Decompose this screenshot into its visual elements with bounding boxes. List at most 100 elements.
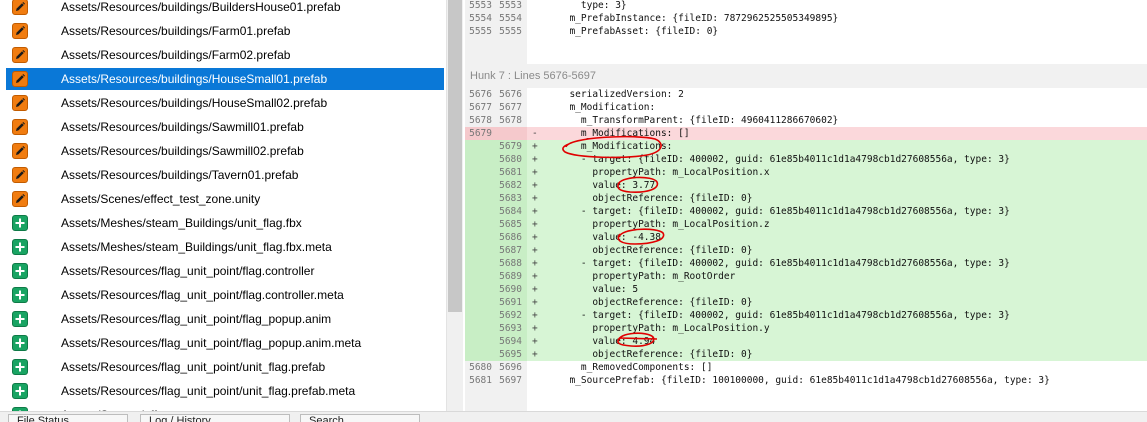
file-list-item[interactable]: Assets/Scenes/effect_test_zone_... [6, 404, 444, 411]
code-text: propertyPath: m_LocalPosition.z [558, 219, 770, 230]
line-number-gutter: 5690 [465, 283, 527, 296]
file-list-scrollbar-thumb[interactable] [448, 0, 462, 312]
file-list-item[interactable]: Assets/Resources/flag_unit_point/flag.co… [6, 284, 444, 306]
code-text: propertyPath: m_LocalPosition.y [558, 323, 770, 334]
diff-marker: + [532, 193, 538, 204]
new-line-number: 5689 [499, 271, 522, 282]
diff-marker: + [532, 271, 538, 282]
file-list-item[interactable]: Assets/Resources/flag_unit_point/unit_fl… [6, 380, 444, 402]
line-number-gutter: 5676 5676 [465, 88, 527, 101]
file-list-item[interactable]: Assets/Resources/flag_unit_point/flag.co… [6, 260, 444, 282]
code-text: - target: {fileID: 400002, guid: 61e85b4… [558, 310, 1010, 321]
new-line-number: 5676 [499, 89, 522, 100]
file-list-item[interactable]: Assets/Resources/buildings/Farm01.prefab [6, 20, 444, 42]
old-line-number: 5555 [469, 26, 492, 37]
file-list-item[interactable]: Assets/Resources/flag_unit_point/unit_fl… [6, 356, 444, 378]
file-list-item[interactable]: Assets/Resources/flag_unit_point/flag_po… [6, 332, 444, 354]
plus-icon [12, 215, 28, 231]
diff-line: 5680 5696 m_RemovedComponents: [] [465, 361, 1147, 374]
file-path-label: Assets/Resources/buildings/Tavern01.pref… [61, 168, 299, 182]
diff-line: 5692 + - target: {fileID: 400002, guid: 6… [465, 309, 1147, 322]
diff-marker: + [532, 206, 538, 217]
bottom-tab[interactable]: File Status [8, 414, 128, 422]
file-list-item[interactable]: Assets/Meshes/steam_Buildings/unit_flag.… [6, 212, 444, 234]
diff-line: 5686 + value: -4.38 [465, 231, 1147, 244]
code-text: m_PrefabInstance: {fileID: 7872962525505… [558, 13, 839, 24]
old-line-number: 5681 [469, 375, 492, 386]
diff-line: 5694 + value: 4.94 [465, 335, 1147, 348]
new-line-number: 5686 [499, 232, 522, 243]
new-line-number: 5693 [499, 323, 522, 334]
line-number-gutter: 5680 [465, 153, 527, 166]
diff-line: 5554 5554 m_PrefabInstance: {fileID: 7872… [465, 12, 1147, 25]
line-number-gutter: 5691 [465, 296, 527, 309]
code-text: m_SourcePrefab: {fileID: 100100000, guid… [558, 375, 1050, 386]
diff-marker: + [532, 180, 538, 191]
pencil-icon [12, 95, 28, 111]
plus-icon [12, 311, 28, 327]
new-line-number: 5553 [499, 0, 522, 11]
file-list-item[interactable]: Assets/Resources/buildings/Tavern01.pref… [6, 164, 444, 186]
bottom-tab[interactable]: Search [300, 414, 420, 422]
old-line-number: 5680 [469, 362, 492, 373]
line-number-gutter: 5689 [465, 270, 527, 283]
line-number-gutter: 5679 [465, 140, 527, 153]
diff-marker: + [532, 310, 538, 321]
bottom-tab[interactable]: Log / History [140, 414, 290, 422]
file-list-item[interactable]: Assets/Resources/buildings/Sawmill02.pre… [6, 140, 444, 162]
line-number-gutter: 5681 [465, 166, 527, 179]
code-text: m_Modifications: [] [558, 128, 690, 139]
file-list-item[interactable]: Assets/Resources/buildings/HouseSmall01.… [6, 68, 444, 90]
plus-icon [12, 287, 28, 303]
pencil-icon [12, 119, 28, 135]
line-number-gutter: 5682 [465, 179, 527, 192]
diff-line: 5682 + value: 3.77 [465, 179, 1147, 192]
pencil-icon [12, 23, 28, 39]
file-path-label: Assets/Resources/buildings/BuildersHouse… [61, 0, 341, 14]
old-line-number: 5677 [469, 102, 492, 113]
new-line-number: 5677 [499, 102, 522, 113]
new-line-number: 5688 [499, 258, 522, 269]
diff-gutter [465, 387, 527, 411]
diff-line: 5684 + - target: {fileID: 400002, guid: 6… [465, 205, 1147, 218]
file-path-label: Assets/Resources/buildings/Farm02.prefab [61, 48, 291, 62]
new-line-number: 5554 [499, 13, 522, 24]
file-list-item[interactable]: Assets/Meshes/steam_Buildings/unit_flag.… [6, 236, 444, 258]
code-text: value: 3.77 [558, 180, 656, 191]
file-path-label: Assets/Resources/flag_unit_point/flag.co… [61, 264, 315, 278]
file-list-scrollbar[interactable] [446, 0, 463, 411]
diff-line: 5681 + propertyPath: m_LocalPosition.x [465, 166, 1147, 179]
file-path-label: Assets/Resources/buildings/Sawmill02.pre… [61, 144, 304, 158]
line-number-gutter: 5681 5697 [465, 374, 527, 387]
diff-line: 5685 + propertyPath: m_LocalPosition.z [465, 218, 1147, 231]
new-line-number: 5679 [499, 141, 522, 152]
line-number-gutter: 5692 [465, 309, 527, 322]
code-text: m_Modification: [558, 102, 656, 113]
line-number-gutter: 5679 [465, 127, 527, 140]
file-list-item[interactable]: Assets/Resources/buildings/BuildersHouse… [6, 0, 444, 18]
file-path-label: Assets/Resources/buildings/Farm01.prefab [61, 24, 291, 38]
changed-files-list[interactable]: Assets/Resources/buildings/BuildersHouse… [0, 0, 446, 411]
file-list-item[interactable]: Assets/Resources/flag_unit_point/flag_po… [6, 308, 444, 330]
pencil-icon [12, 167, 28, 183]
file-path-label: Assets/Resources/flag_unit_point/flag.co… [61, 288, 344, 302]
pencil-icon [12, 143, 28, 159]
file-list-item[interactable]: Assets/Resources/buildings/Farm02.prefab [6, 44, 444, 66]
diff-line: 5677 5677 m_Modification: [465, 101, 1147, 114]
new-line-number: 5555 [499, 26, 522, 37]
file-list-item[interactable]: Assets/Resources/buildings/Sawmill01.pre… [6, 116, 444, 138]
plus-icon [12, 383, 28, 399]
line-number-gutter: 5678 5678 [465, 114, 527, 127]
new-line-number: 5690 [499, 284, 522, 295]
code-text: - target: {fileID: 400002, guid: 61e85b4… [558, 258, 1010, 269]
file-list-item[interactable]: Assets/Scenes/effect_test_zone.unity [6, 188, 444, 210]
diff-line: 5680 + - target: {fileID: 400002, guid: 6… [465, 153, 1147, 166]
file-path-label: Assets/Resources/flag_unit_point/unit_fl… [61, 384, 356, 398]
new-line-number: 5684 [499, 206, 522, 217]
diff-line: 5681 5697 m_SourcePrefab: {fileID: 100100… [465, 374, 1147, 387]
file-list-item[interactable]: Assets/Resources/buildings/HouseSmall02.… [6, 92, 444, 114]
diff-marker: + [532, 232, 538, 243]
new-line-number: 5695 [499, 349, 522, 360]
diff-marker: + [532, 141, 538, 152]
diff-marker: - [532, 128, 538, 139]
